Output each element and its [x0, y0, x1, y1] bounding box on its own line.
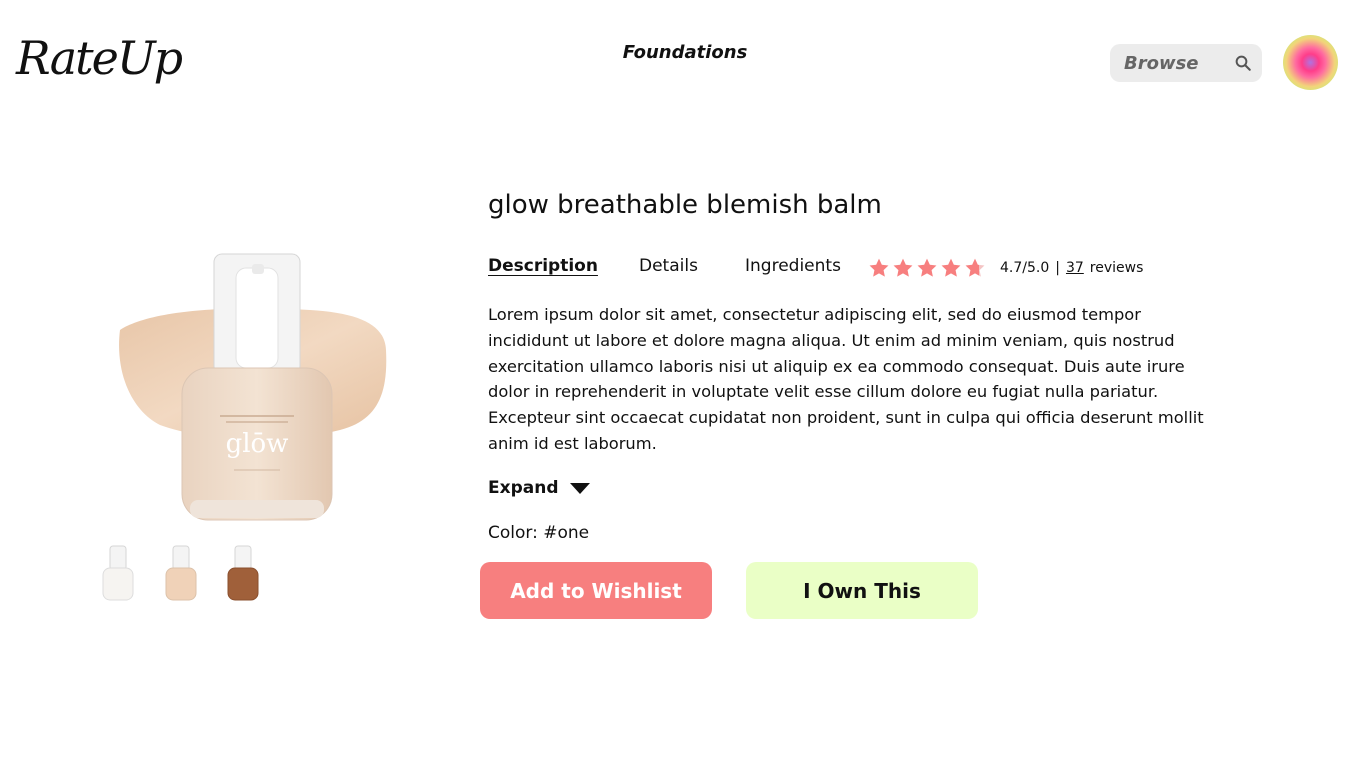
- profile-avatar[interactable]: [1283, 35, 1338, 90]
- tab-description[interactable]: Description: [488, 256, 598, 276]
- star-icon: [941, 258, 961, 277]
- tab-ingredients[interactable]: Ingredients: [745, 256, 841, 276]
- star-icon: [917, 258, 937, 277]
- thumbnail-beige[interactable]: [163, 544, 199, 602]
- star-icon: [869, 258, 889, 277]
- tab-details[interactable]: Details: [639, 256, 698, 276]
- caret-down-icon: [569, 483, 590, 494]
- search-bar[interactable]: [1110, 44, 1262, 82]
- logo-wordmark: RateUp: [16, 31, 183, 85]
- rating-stars: [868, 257, 986, 279]
- bottle-label-text: glōw: [226, 429, 289, 459]
- star-icon: [893, 258, 913, 277]
- rating-score: 4.7/5.0: [1000, 260, 1050, 276]
- rating-separator: |: [1055, 260, 1060, 276]
- i-own-this-button[interactable]: I Own This: [746, 562, 978, 619]
- reviews-count-link[interactable]: 37: [1066, 260, 1084, 276]
- search-input[interactable]: [1124, 44, 1224, 82]
- site-logo[interactable]: RateUp: [16, 20, 188, 96]
- reviews-label: reviews: [1089, 260, 1144, 276]
- product-title: glow breathable blemish balm: [488, 190, 882, 220]
- add-to-wishlist-button[interactable]: Add to Wishlist: [480, 562, 712, 619]
- page-category-title: Foundations: [622, 42, 748, 63]
- selected-color: Color: #one: [488, 523, 590, 543]
- thumbnail-white[interactable]: [100, 544, 136, 602]
- product-rating: 4.7/5.0 | 37 reviews: [868, 256, 1143, 280]
- thumbnail-brown[interactable]: [225, 544, 261, 602]
- search-icon[interactable]: [1234, 54, 1252, 72]
- product-description: Lorem ipsum dolor sit amet, consectetur …: [488, 305, 1204, 453]
- product-image: glōw: [119, 253, 387, 521]
- star-icon: [965, 258, 985, 277]
- expand-toggle[interactable]: Expand: [488, 478, 591, 498]
- expand-label: Expand: [488, 478, 559, 498]
